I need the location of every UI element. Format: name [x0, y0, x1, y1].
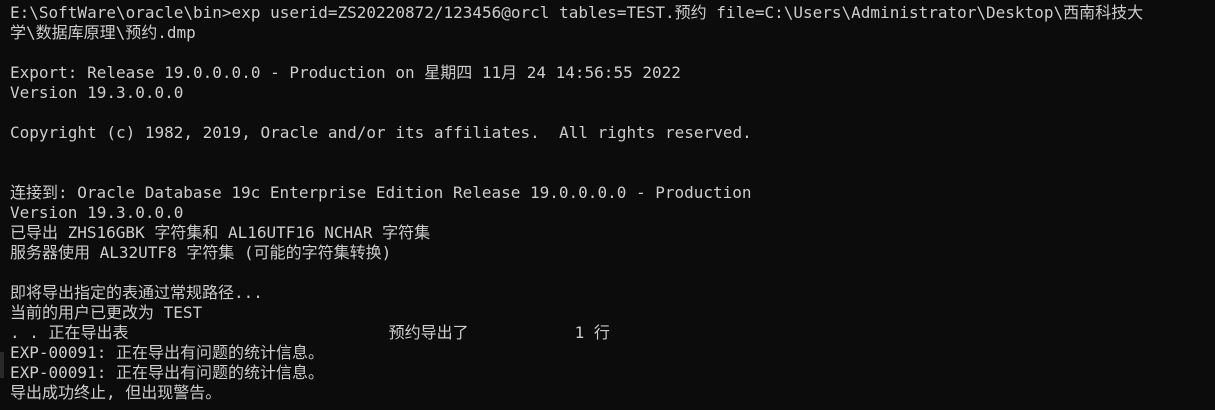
console-line: Export: Release 19.0.0.0.0 - Production …	[10, 63, 681, 82]
console-line: EXP-00091: 正在导出有问题的统计信息。	[10, 363, 324, 382]
window-edge-marker	[0, 352, 4, 378]
console-line: Copyright (c) 1982, 2019, Oracle and/or …	[10, 123, 752, 142]
console-line: Version 19.3.0.0.0	[10, 203, 184, 222]
console-line: . . 正在导出表 预约导出了 1 行	[10, 323, 610, 342]
console-line: Version 19.3.0.0.0	[10, 83, 184, 102]
console-line: 即将导出指定的表通过常规路径...	[10, 283, 263, 302]
console-line: 当前的用户已更改为 TEST	[10, 303, 203, 322]
console-line: 服务器使用 AL32UTF8 字符集 (可能的字符集转换)	[10, 243, 392, 262]
console-line: 学\数据库原理\预约.dmp	[10, 23, 196, 42]
console-line: EXP-00091: 正在导出有问题的统计信息。	[10, 343, 324, 362]
console-window[interactable]: E:\SoftWare\oracle\bin>exp userid=ZS2022…	[0, 0, 1215, 410]
console-line: 已导出 ZHS16GBK 字符集和 AL16UTF16 NCHAR 字符集	[10, 223, 431, 242]
console-line: E:\SoftWare\oracle\bin>exp userid=ZS2022…	[10, 3, 1144, 22]
console-line: 导出成功终止, 但出现警告。	[10, 383, 222, 402]
console-line: 连接到: Oracle Database 19c Enterprise Edit…	[10, 183, 752, 202]
